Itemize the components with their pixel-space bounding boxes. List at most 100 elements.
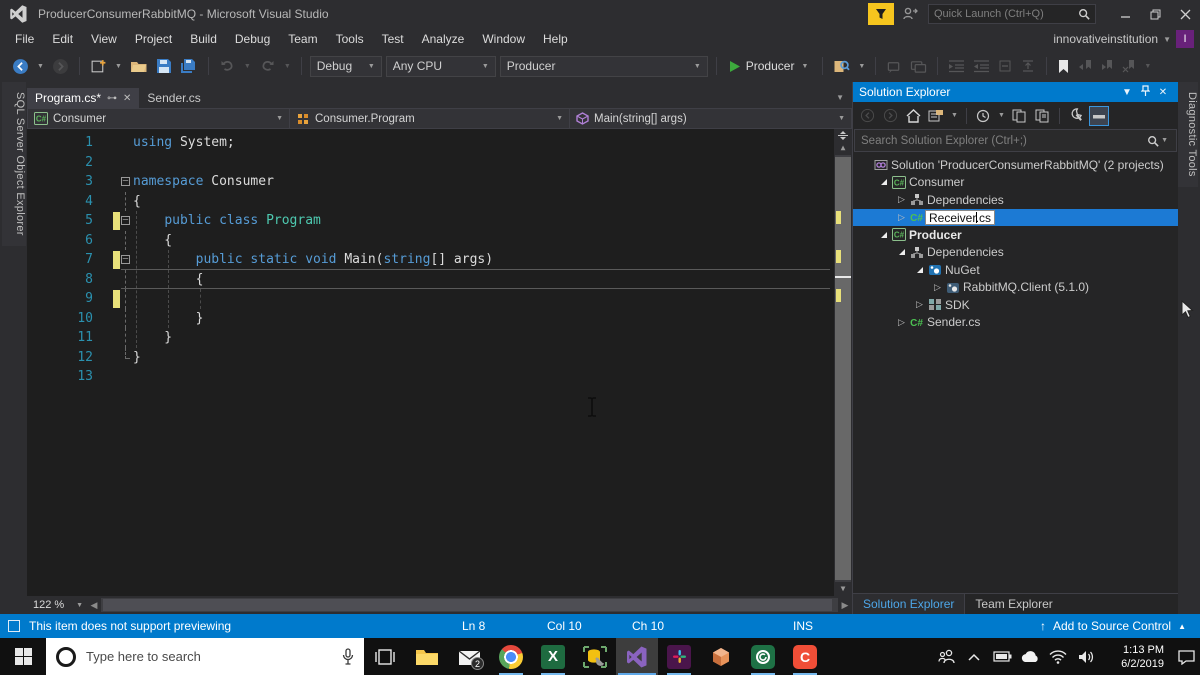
hscroll-thumb[interactable]: [103, 599, 832, 611]
project-dropdown[interactable]: C# Consumer ▼: [27, 108, 290, 129]
comment-button[interactable]: [884, 55, 904, 77]
navigate-forward-button[interactable]: [50, 55, 71, 77]
solution-explorer-title-bar[interactable]: Solution Explorer ▼ ✕: [853, 82, 1178, 102]
avatar[interactable]: I: [1176, 30, 1194, 48]
menu-item-project[interactable]: Project: [126, 30, 181, 48]
menu-item-debug[interactable]: Debug: [226, 30, 279, 48]
search-options-dropdown[interactable]: ▼: [1159, 137, 1170, 144]
code-editor[interactable]: 1 using System; 2 3– namespace Consumer 4{5– …: [27, 129, 852, 596]
close-tab-icon[interactable]: ✕: [123, 93, 131, 104]
preview-selected-items-button[interactable]: [1033, 106, 1053, 126]
people-icon[interactable]: [932, 649, 960, 664]
code-line[interactable]: 9: [27, 289, 834, 309]
navigate-back-button[interactable]: [10, 55, 31, 77]
volume-icon[interactable]: [1072, 650, 1100, 664]
platform-combobox[interactable]: Any CPU ▼: [385, 55, 496, 77]
task-view-button[interactable]: [364, 638, 406, 675]
hscroll-track[interactable]: [101, 598, 838, 612]
redo-button[interactable]: [257, 55, 278, 77]
window-position-dropdown[interactable]: ▼: [1118, 87, 1136, 98]
pin-icon[interactable]: ⊶: [107, 93, 117, 104]
decrease-indent-button[interactable]: [946, 55, 967, 77]
code-line[interactable]: 11 }: [27, 328, 834, 348]
increase-indent-button[interactable]: [971, 55, 992, 77]
next-bookmark-button[interactable]: [1098, 55, 1116, 77]
uncomment-button[interactable]: [908, 55, 929, 77]
diagnostic-tools-tab[interactable]: Diagnostic Tools: [1178, 82, 1198, 187]
tree-item-nuget[interactable]: NuGet: [853, 261, 1178, 279]
panel-tab-team-explorer[interactable]: Team Explorer: [965, 594, 1062, 614]
code-line[interactable]: 4{: [27, 191, 834, 211]
tree-item-solution-producerconsumerrabbitmq-2-projects[interactable]: Solution 'ProducerConsumerRabbitMQ' (2 p…: [853, 156, 1178, 174]
save-all-button[interactable]: [178, 55, 200, 77]
minimize-button[interactable]: [1110, 2, 1140, 26]
outlining-margin[interactable]: –: [121, 250, 132, 270]
account-menu[interactable]: innovativeinstitution ▼ I: [1053, 28, 1194, 50]
menu-item-help[interactable]: Help: [534, 30, 577, 48]
share-person-icon[interactable]: [902, 6, 918, 22]
save-button[interactable]: [154, 55, 174, 77]
new-project-button[interactable]: [88, 55, 109, 77]
expand-arrow-icon[interactable]: ▷: [913, 299, 926, 310]
pending-changes-filter-button[interactable]: [973, 106, 993, 126]
code-line[interactable]: 12}: [27, 347, 834, 368]
redo-dropdown[interactable]: ▼: [282, 63, 293, 70]
visual-studio-taskbar-icon[interactable]: [616, 638, 658, 675]
tree-item-receiver-cs[interactable]: ▷ C# Receiver.cs: [853, 208, 1178, 226]
sync-with-active-document-button[interactable]: [1010, 106, 1030, 126]
scroll-down-icon[interactable]: ▼: [834, 583, 852, 595]
start-button[interactable]: [0, 638, 46, 675]
show-hidden-icons-chevron[interactable]: [960, 653, 988, 661]
wifi-icon[interactable]: [1044, 649, 1072, 664]
menu-item-team[interactable]: Team: [279, 30, 326, 48]
tree-item-producer[interactable]: C# Producer: [853, 226, 1178, 244]
onedrive-icon[interactable]: [1016, 650, 1044, 663]
show-all-files-button[interactable]: [1088, 105, 1109, 126]
add-to-source-control-button[interactable]: ↑ Add to Source Control ▲: [1040, 619, 1200, 633]
code-line[interactable]: 3 – namespace Consumer: [27, 172, 834, 192]
tree-item-dependencies[interactable]: ▷ Dependencies: [853, 191, 1178, 209]
collapse-definitions-button[interactable]: [1019, 55, 1038, 77]
tree-item-sender-cs[interactable]: ▷ C# Sender.cs: [853, 314, 1178, 332]
collapse-arrow-icon[interactable]: [877, 177, 890, 187]
menu-item-analyze[interactable]: Analyze: [413, 30, 474, 48]
camtasia-icon[interactable]: [742, 638, 784, 675]
bookmark-overflow-dropdown[interactable]: ▼: [1142, 63, 1153, 70]
outlining-margin[interactable]: –: [121, 211, 132, 231]
switch-views-button[interactable]: [926, 106, 946, 126]
tree-item-rabbitmq-client-5-1-0[interactable]: ▷ RabbitMQ.Client (5.1.0): [853, 279, 1178, 297]
sql-server-object-explorer-tab[interactable]: SQL Server Object Explorer: [2, 82, 26, 246]
splitter-handle-icon[interactable]: [834, 129, 852, 142]
toggle-bookmark-button[interactable]: [1055, 55, 1072, 77]
menu-item-build[interactable]: Build: [181, 30, 226, 48]
find-in-files-button[interactable]: [831, 55, 852, 77]
back-button[interactable]: [857, 106, 877, 126]
sql-server-management-studio-icon[interactable]: [574, 638, 616, 675]
code-line[interactable]: 13: [27, 367, 834, 387]
menu-item-test[interactable]: Test: [373, 30, 413, 48]
file-explorer-icon[interactable]: [406, 638, 448, 675]
tree-item-sdk[interactable]: ▷ SDK: [853, 296, 1178, 314]
editor-vertical-scrollbar[interactable]: ▲ ▼: [834, 129, 852, 596]
open-file-button[interactable]: [128, 55, 150, 77]
undo-button[interactable]: [217, 55, 238, 77]
close-button[interactable]: [1170, 2, 1200, 26]
collapse-arrow-icon[interactable]: [877, 230, 890, 240]
feedback-icon[interactable]: [868, 3, 894, 25]
navigate-back-dropdown[interactable]: ▼: [35, 63, 46, 70]
tree-item-consumer[interactable]: C# Consumer: [853, 174, 1178, 192]
mail-icon[interactable]: 2: [448, 638, 490, 675]
expand-arrow-icon[interactable]: ▷: [931, 282, 944, 293]
toolbar-overflow-dropdown[interactable]: ▼: [856, 63, 867, 70]
filter-dropdown[interactable]: ▼: [996, 112, 1007, 119]
close-icon[interactable]: ✕: [1154, 87, 1172, 98]
solution-explorer-search-input[interactable]: Search Solution Explorer (Ctrl+;) ▼: [854, 129, 1177, 152]
menu-item-view[interactable]: View: [82, 30, 126, 48]
clear-bookmarks-button[interactable]: [1120, 55, 1138, 77]
expand-arrow-icon[interactable]: ▷: [895, 317, 908, 328]
outlining-margin[interactable]: –: [121, 172, 132, 192]
rename-edit-box[interactable]: Receiver.cs: [925, 209, 996, 225]
scroll-up-icon[interactable]: ▲: [834, 142, 852, 154]
new-project-dropdown[interactable]: ▼: [113, 63, 124, 70]
restore-button[interactable]: [1140, 2, 1170, 26]
